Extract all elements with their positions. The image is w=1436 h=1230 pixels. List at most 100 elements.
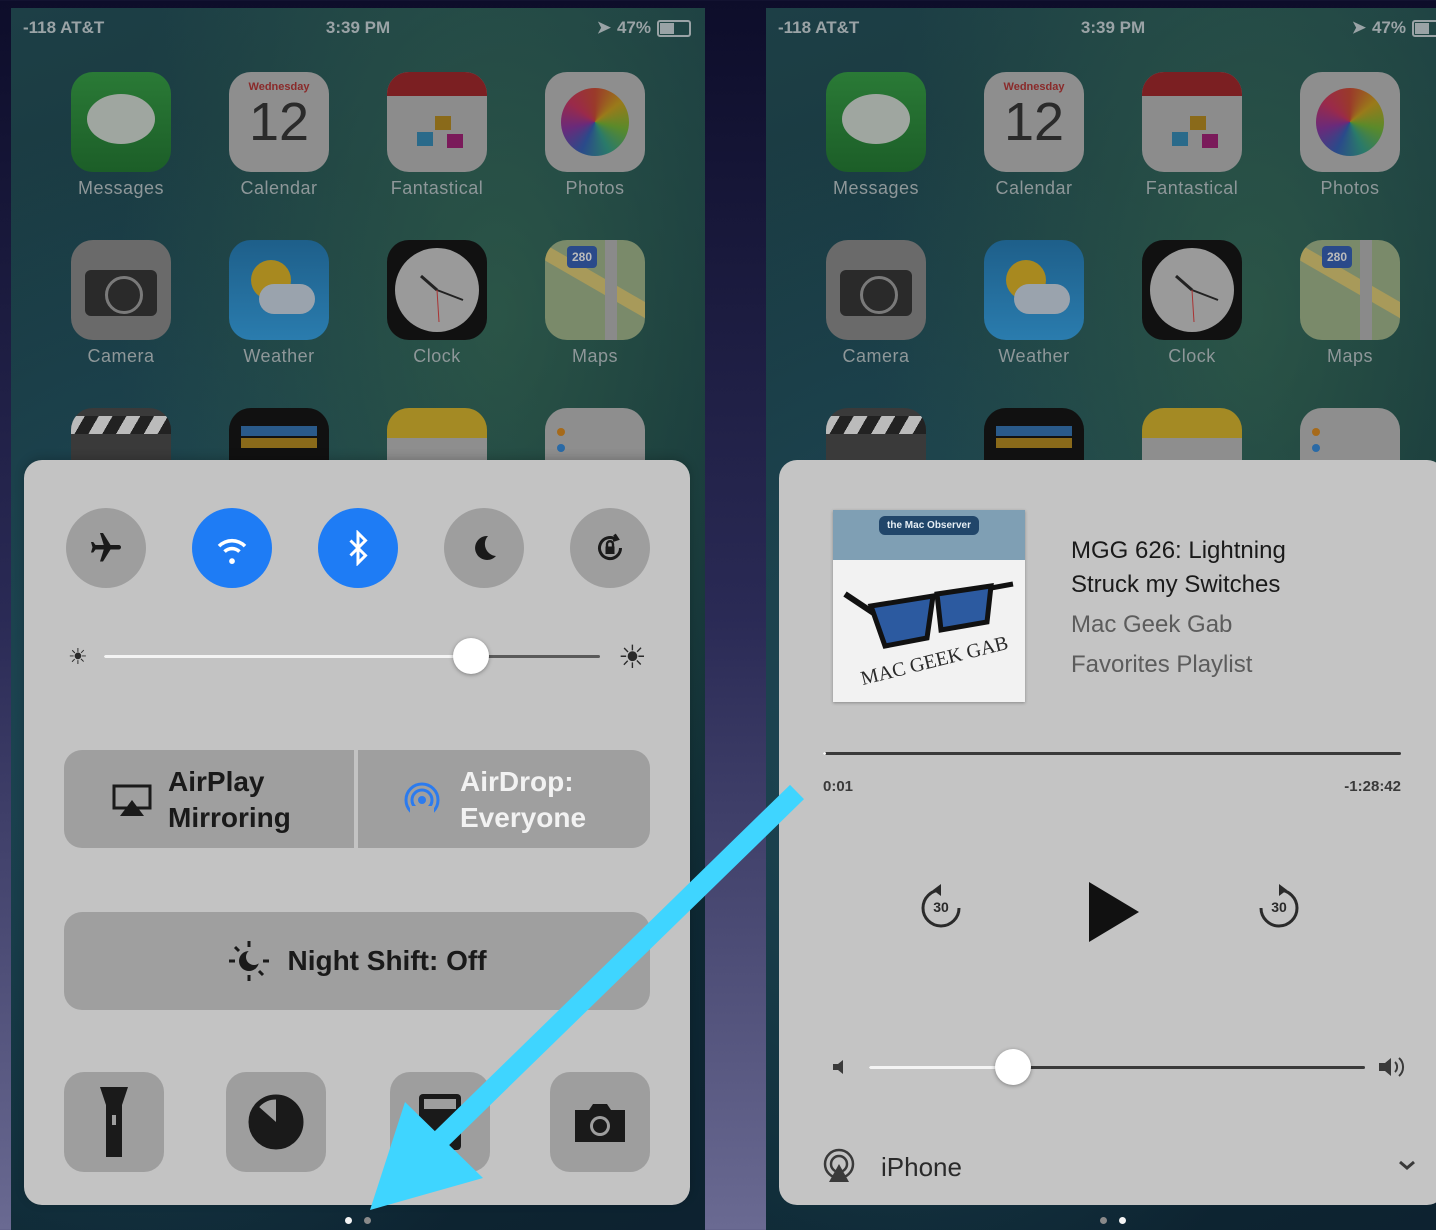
app-photos[interactable]: Photos xyxy=(545,72,645,199)
volume-high-icon xyxy=(1379,1057,1405,1077)
timer-button[interactable] xyxy=(226,1072,326,1172)
app-weather[interactable]: Weather xyxy=(984,240,1084,367)
app-label: Camera xyxy=(842,346,910,366)
location-icon: ➤ xyxy=(1351,18,1366,37)
do-not-disturb-toggle[interactable] xyxy=(444,508,524,588)
location-icon: ➤ xyxy=(596,18,611,37)
play-button[interactable] xyxy=(1085,880,1141,949)
app-label: Messages xyxy=(77,178,165,198)
clock-icon xyxy=(1142,240,1242,340)
calendar-date: 12 xyxy=(1003,92,1065,152)
app-label: Maps xyxy=(571,346,618,366)
rotation-lock-toggle[interactable] xyxy=(570,508,650,588)
app-clock[interactable]: Clock xyxy=(387,240,487,367)
app-fantastical[interactable]: Fantastical xyxy=(1142,72,1242,199)
app-photos[interactable]: Photos xyxy=(1300,72,1400,199)
night-shift-button[interactable]: Night Shift: Off xyxy=(64,912,650,1010)
airplay-label-line1: AirPlay xyxy=(168,766,265,797)
airdrop-label-line2: Everyone xyxy=(460,802,587,833)
airdrop-label-line1: AirDrop: xyxy=(460,766,574,797)
airplay-mirroring-button[interactable]: AirPlay Mirroring xyxy=(64,750,354,848)
battery-indicator: ➤ 47% xyxy=(597,18,691,38)
app-maps[interactable]: 280 Maps xyxy=(545,240,645,367)
page-indicator xyxy=(11,1217,705,1224)
page-dot-1[interactable] xyxy=(1100,1217,1107,1224)
maps-shield: 280 xyxy=(1322,246,1352,268)
skip-back-button[interactable]: 30 xyxy=(917,884,965,932)
now-playing-panel: the Mac Observer MAC GEEK GAB MGG 626: L… xyxy=(779,460,1436,1205)
airplane-mode-toggle[interactable] xyxy=(66,508,146,588)
photos-icon xyxy=(545,72,645,172)
fantastical-icon xyxy=(1142,72,1242,172)
wifi-toggle[interactable] xyxy=(192,508,272,588)
album-artwork[interactable]: the Mac Observer MAC GEEK GAB xyxy=(833,510,1025,702)
airplane-icon xyxy=(91,533,121,562)
app-label: Messages xyxy=(832,178,920,198)
scrubber-track xyxy=(823,752,1401,755)
app-label: Weather xyxy=(998,346,1070,366)
skip-forward-button[interactable]: 30 xyxy=(1255,884,1303,932)
page-dot-1 xyxy=(345,1217,352,1224)
camera-app-icon xyxy=(71,240,171,340)
output-device-row[interactable]: iPhone xyxy=(821,1146,1417,1186)
night-shift-label: Night Shift: Off xyxy=(287,945,487,976)
calculator-button[interactable] xyxy=(390,1072,490,1172)
maps-shield: 280 xyxy=(567,246,597,268)
calculator-icon xyxy=(419,1094,461,1150)
calendar-icon: Wednesday 12 xyxy=(229,72,329,172)
messages-icon xyxy=(826,72,926,172)
phone-screen-right: -118 AT&T 3:39 PM ➤ 47% Messages Wednesd… xyxy=(766,8,1436,1230)
track-playlist: Favorites Playlist xyxy=(1071,651,1253,678)
volume-low-icon xyxy=(833,1060,843,1074)
fantastical-icon xyxy=(387,72,487,172)
volume-thumb[interactable] xyxy=(994,1049,1031,1085)
rotation-lock-icon xyxy=(598,533,623,561)
battery-indicator: ➤ 47% xyxy=(1352,18,1436,38)
battery-icon xyxy=(1412,19,1436,37)
camera-button[interactable] xyxy=(550,1072,650,1172)
brightness-low-icon: ☀ xyxy=(68,644,88,669)
weather-icon xyxy=(229,240,329,340)
skip-back-label: 30 xyxy=(933,899,949,915)
app-weather[interactable]: Weather xyxy=(229,240,329,367)
app-calendar[interactable]: Wednesday 12 Calendar xyxy=(984,72,1084,199)
wifi-icon xyxy=(217,538,247,564)
app-label: Photos xyxy=(565,178,625,198)
skip-forward-label: 30 xyxy=(1271,899,1287,915)
battery-percent: 47% xyxy=(616,18,651,37)
bluetooth-toggle[interactable] xyxy=(318,508,398,588)
app-messages[interactable]: Messages xyxy=(826,72,926,199)
play-icon xyxy=(1089,882,1139,942)
brightness-high-icon: ☀ xyxy=(618,639,647,675)
app-label: Calendar xyxy=(240,178,318,198)
maps-icon: 280 xyxy=(1300,240,1400,340)
airdrop-button[interactable]: AirDrop: Everyone xyxy=(358,750,650,848)
volume-fill xyxy=(869,1066,1013,1069)
brightness-thumb[interactable] xyxy=(453,638,490,674)
chevron-down-icon xyxy=(1399,1160,1415,1170)
clock-icon xyxy=(387,240,487,340)
app-calendar[interactable]: Wednesday 12 Calendar xyxy=(229,72,329,199)
flashlight-icon xyxy=(100,1087,128,1157)
app-clock[interactable]: Clock xyxy=(1142,240,1242,367)
phone-screen-left: -118 AT&T 3:39 PM ➤ 47% Messages Wednesd… xyxy=(11,8,705,1230)
messages-icon xyxy=(71,72,171,172)
track-info: MGG 626: Lightning Struck my Switches Ma… xyxy=(1071,534,1286,682)
page-dot-2[interactable] xyxy=(364,1217,371,1224)
bluetooth-icon xyxy=(349,530,368,566)
airplay-audio-icon xyxy=(823,1148,855,1182)
app-label: Calendar xyxy=(995,178,1073,198)
app-label: Fantastical xyxy=(1145,178,1239,198)
battery-percent: 47% xyxy=(1371,18,1406,37)
output-device-label: iPhone xyxy=(881,1152,962,1182)
app-fantastical[interactable]: Fantastical xyxy=(387,72,487,199)
app-label: Camera xyxy=(87,346,155,366)
flashlight-button[interactable] xyxy=(64,1072,164,1172)
maps-icon: 280 xyxy=(545,240,645,340)
app-messages[interactable]: Messages xyxy=(71,72,171,199)
app-label: Clock xyxy=(413,346,461,366)
app-camera[interactable]: Camera xyxy=(71,240,171,367)
app-label: Fantastical xyxy=(390,178,484,198)
app-camera[interactable]: Camera xyxy=(826,240,926,367)
app-maps[interactable]: 280 Maps xyxy=(1300,240,1400,367)
